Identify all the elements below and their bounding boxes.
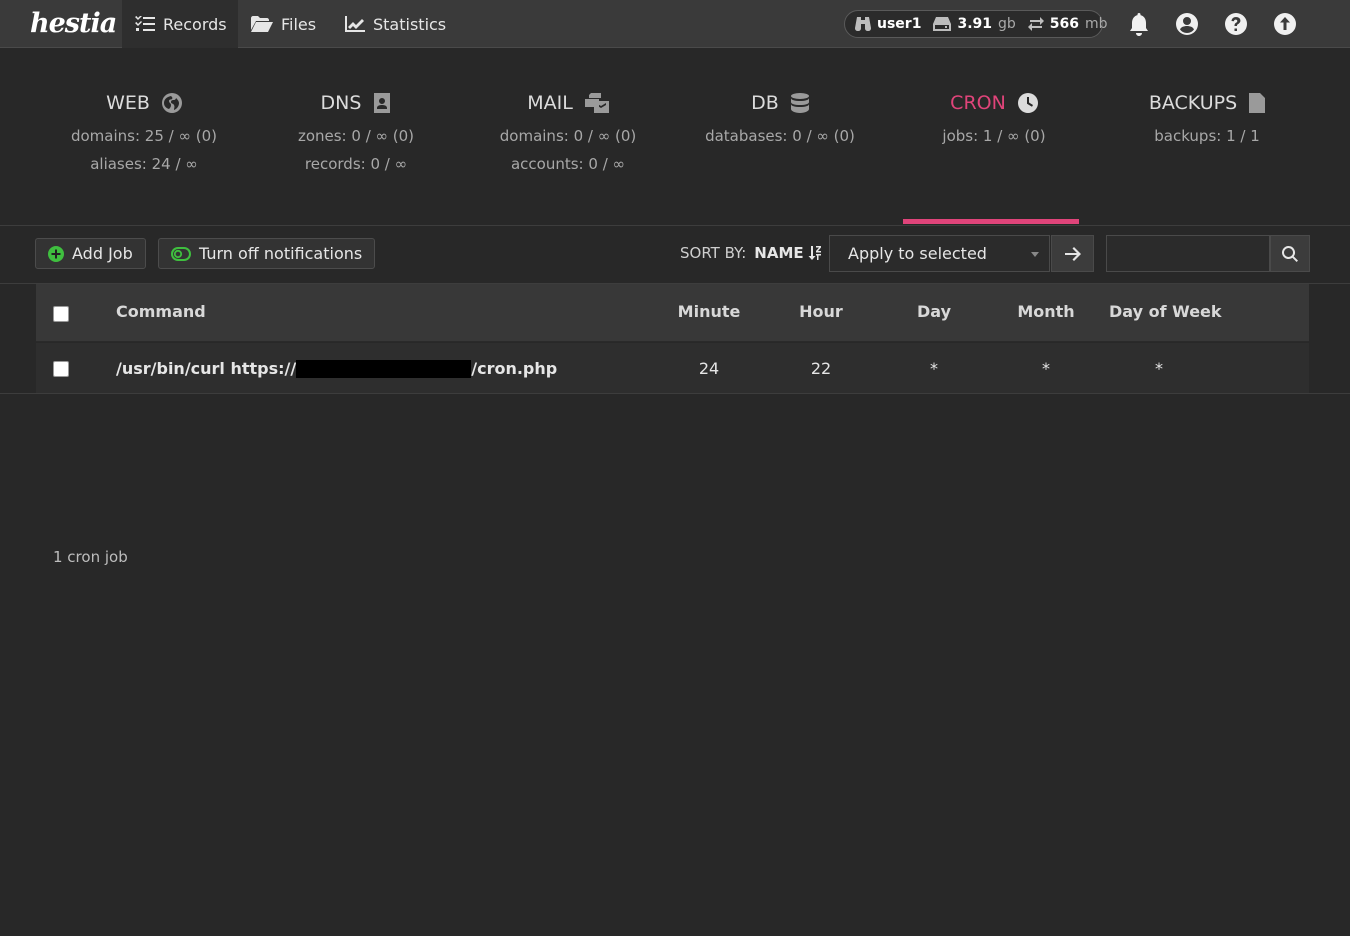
cron-job-count: 1 cron job — [53, 548, 128, 566]
stat-mail-title: MAIL — [527, 92, 573, 114]
address-book-icon — [373, 93, 391, 113]
hdd-icon — [933, 17, 952, 31]
col-minute[interactable]: Minute — [664, 302, 754, 321]
stat-mail[interactable]: MAIL domains: 0 / ∞ (0) accounts: 0 / ∞ — [458, 88, 678, 174]
update-arrow-icon[interactable] — [1273, 12, 1297, 36]
cron-command-prefix: /usr/bin/curl https:// — [116, 359, 297, 378]
stat-mail-accounts: accounts: 0 / ∞ — [510, 155, 626, 173]
cron-command[interactable]: /usr/bin/curl https:// /cron.php — [116, 359, 557, 378]
help-icon[interactable] — [1224, 12, 1248, 36]
top-bar: hestia Records Files Statistics user1 3.… — [0, 0, 1350, 48]
cron-minute: 24 — [698, 359, 720, 378]
hestia-logo[interactable]: hestia — [30, 4, 117, 44]
add-job-button[interactable]: Add Job — [35, 238, 146, 269]
cron-hour: 22 — [810, 359, 832, 378]
table-row[interactable]: /usr/bin/curl https:// /cron.php 24 22 *… — [36, 343, 1309, 393]
bulk-action-value: Apply to selected — [848, 244, 987, 263]
cron-command-suffix: /cron.php — [471, 359, 558, 378]
search-button[interactable] — [1270, 235, 1310, 272]
file-archive-icon — [1249, 93, 1266, 113]
cron-month: * — [1042, 359, 1050, 378]
sort-alpha-icon — [808, 246, 822, 260]
col-day-of-week[interactable]: Day of Week — [1109, 302, 1222, 321]
redacted-block — [296, 359, 472, 378]
divider — [0, 393, 1350, 394]
apply-bulk-button[interactable] — [1051, 235, 1094, 272]
user-circle-icon[interactable] — [1175, 12, 1199, 36]
user-usage-pill[interactable]: user1 3.91 gb 566 mb — [844, 10, 1108, 38]
list-check-icon — [135, 16, 155, 32]
stat-db[interactable]: DB databases: 0 / ∞ (0) — [670, 88, 890, 146]
stat-backups-title: BACKUPS — [1148, 92, 1238, 114]
sort-by-control[interactable]: SORT BY: NAME — [680, 244, 822, 262]
cron-day-of-week: * — [1155, 359, 1163, 378]
bell-icon[interactable] — [1127, 12, 1151, 36]
disk-usage-value: 3.91 — [957, 16, 992, 32]
select-all-checkbox[interactable] — [53, 306, 69, 322]
search-icon — [1282, 245, 1298, 262]
active-tab-indicator — [903, 219, 1079, 224]
stat-dns[interactable]: DNS zones: 0 / ∞ (0) records: 0 / ∞ — [246, 88, 466, 174]
col-month[interactable]: Month — [1001, 302, 1091, 321]
stat-cron-title: CRON — [950, 92, 1006, 114]
nav-records[interactable]: Records — [122, 0, 238, 48]
chart-line-icon — [345, 16, 365, 32]
col-command[interactable]: Command — [116, 302, 206, 321]
stat-db-databases: databases: 0 / ∞ (0) — [705, 127, 855, 145]
cron-day: * — [930, 359, 938, 378]
col-day[interactable]: Day — [889, 302, 979, 321]
exchange-icon — [1027, 17, 1044, 31]
stat-web[interactable]: WEB domains: 25 / ∞ (0) aliases: 24 / ∞ — [34, 88, 254, 174]
sort-by-label: SORT BY: — [680, 244, 747, 262]
username: user1 — [877, 16, 922, 32]
stat-web-title: WEB — [106, 92, 150, 114]
bandwidth-value: 566 — [1049, 16, 1080, 32]
stat-backups[interactable]: BACKUPS backups: 1 / 1 — [1097, 88, 1317, 146]
search-input[interactable] — [1106, 235, 1270, 272]
disk-usage-unit: gb — [998, 16, 1016, 32]
col-hour[interactable]: Hour — [776, 302, 866, 321]
row-checkbox[interactable] — [53, 361, 69, 377]
toggle-icon — [171, 246, 191, 261]
nav-statistics-label: Statistics — [373, 14, 447, 34]
plus-circle-icon — [48, 245, 64, 262]
stat-dns-title: DNS — [320, 92, 362, 114]
stat-dns-zones: zones: 0 / ∞ (0) — [297, 127, 415, 145]
stat-mail-domains: domains: 0 / ∞ (0) — [499, 127, 637, 145]
chevron-down-icon — [1031, 252, 1039, 257]
bulk-action-select[interactable]: Apply to selected — [829, 235, 1050, 272]
nav-files[interactable]: Files — [238, 0, 329, 48]
folder-open-icon — [251, 16, 273, 32]
table-header: Command Minute Hour Day Month Day of Wee… — [36, 284, 1309, 342]
stat-dns-records: records: 0 / ∞ — [304, 155, 408, 173]
notifications-label: Turn off notifications — [199, 244, 363, 263]
database-icon — [790, 93, 809, 113]
binoculars-icon — [855, 17, 871, 31]
nav-statistics[interactable]: Statistics — [332, 0, 459, 48]
nav-records-label: Records — [163, 14, 227, 34]
divider — [0, 225, 1350, 226]
bandwidth-unit: mb — [1085, 16, 1108, 32]
sort-by-value: NAME — [754, 244, 804, 262]
stat-cron[interactable]: CRON jobs: 1 / ∞ (0) — [884, 88, 1104, 146]
mail-bulk-icon — [584, 93, 609, 113]
nav-files-label: Files — [281, 14, 317, 34]
stat-backups-count: backups: 1 / 1 — [1154, 127, 1260, 145]
clock-icon — [1017, 93, 1038, 113]
turn-off-notifications-button[interactable]: Turn off notifications — [158, 238, 376, 269]
stat-web-domains: domains: 25 / ∞ (0) — [70, 127, 217, 145]
stat-db-title: DB — [751, 92, 779, 114]
stat-web-aliases: aliases: 24 / ∞ — [90, 155, 198, 173]
arrow-right-icon — [1064, 246, 1081, 261]
globe-icon — [161, 93, 182, 113]
add-job-label: Add Job — [72, 244, 133, 263]
stat-cron-jobs: jobs: 1 / ∞ (0) — [942, 127, 1046, 145]
